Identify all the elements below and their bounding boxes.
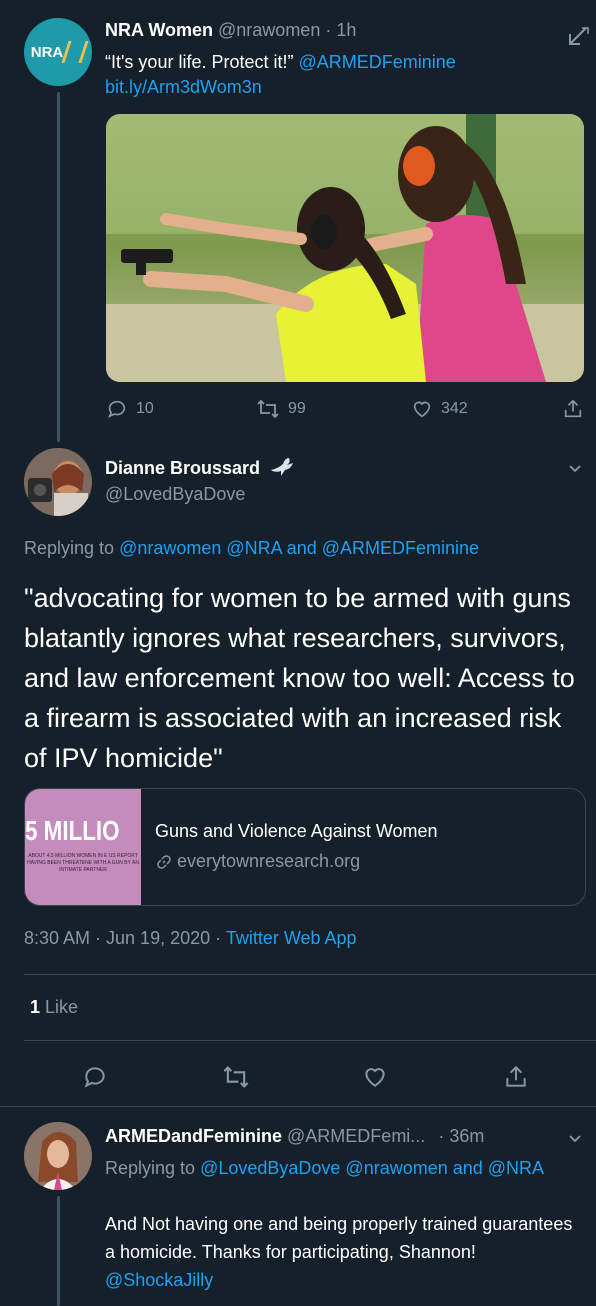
dove-icon <box>271 458 294 476</box>
thread-line <box>57 1196 60 1306</box>
tweet-text: "advocating for women to be armed with g… <box>24 583 575 773</box>
profile-photo <box>24 1122 92 1190</box>
card-domain-row: everytownresearch.org <box>155 851 360 872</box>
timestamp[interactable]: 8:30 AM · Jun 19, 2020 · <box>24 928 221 948</box>
share-icon <box>564 399 582 418</box>
replying-to: Replying to @LovedByaDove @nrawomen and … <box>105 1154 575 1182</box>
chevron-down-icon[interactable] <box>568 462 582 476</box>
like-total: 1 <box>30 997 41 1017</box>
source-app[interactable]: Twitter Web App <box>226 928 357 948</box>
heart-icon <box>413 401 431 418</box>
mention-link[interactable]: @ARMEDFeminine <box>299 52 456 72</box>
tweet-header: NRA Women @nrawomen · 1h <box>105 20 357 40</box>
avatar-logo-text: NRA <box>30 43 64 61</box>
card-title: Guns and Violence Against Women <box>155 821 438 841</box>
logo-mark-icon <box>61 41 89 63</box>
like-count: 342 <box>441 400 468 417</box>
author-handle[interactable]: @nrawomen <box>218 20 320 40</box>
tweet-time: · 36m <box>438 1126 485 1146</box>
tweet-actions <box>0 1062 596 1092</box>
profile-photo <box>24 448 92 516</box>
replying-to-users[interactable]: @nrawomen @NRA and @ARMEDFeminine <box>119 538 479 558</box>
author-handle[interactable]: @LovedByaDove <box>105 484 245 505</box>
card-domain: everytownresearch.org <box>177 851 361 871</box>
author-name[interactable]: NRA Women <box>105 20 213 40</box>
retweet-button[interactable]: 99 <box>256 398 306 420</box>
link-card[interactable]: 5 MILLIO ABOUT 4.5 MILLION WOMEN IN E US… <box>24 788 586 906</box>
like-label: Like <box>45 997 79 1017</box>
author-handle[interactable]: @ARMEDFemi... <box>287 1126 425 1146</box>
card-thumbnail-headline: 5 MILLIO <box>25 815 120 846</box>
tweet-text: “It's your life. Protect it!” @ARMEDFemi… <box>105 50 456 100</box>
avatar[interactable] <box>24 448 92 516</box>
avatar[interactable] <box>24 1122 92 1190</box>
card-thumbnail: 5 MILLIO ABOUT 4.5 MILLION WOMEN IN E US… <box>25 789 141 905</box>
thread-line <box>57 92 60 442</box>
tweet-media-image[interactable] <box>106 114 584 382</box>
author-name[interactable]: ARMEDandFeminine <box>105 1126 282 1146</box>
retweet-count: 99 <box>288 400 306 417</box>
reply-button[interactable]: 10 <box>106 398 154 420</box>
tweet-time: 1h <box>336 20 357 40</box>
tweet-actions: 10 99 342 <box>106 398 584 422</box>
divider <box>24 974 596 975</box>
tweet-text-plain: And Not having one and being properly tr… <box>105 1214 573 1262</box>
divider <box>0 1106 596 1107</box>
avatar[interactable]: NRA <box>24 18 92 86</box>
share-button[interactable] <box>562 398 584 420</box>
share-icon[interactable] <box>503 1064 529 1090</box>
replying-to: Replying to @nrawomen @NRA and @ARMEDFem… <box>24 538 479 559</box>
reply-count: 10 <box>136 400 154 417</box>
replying-label: Replying to <box>24 538 115 558</box>
collapse-arrow-icon[interactable] <box>564 24 590 50</box>
tweet-text: And Not having one and being properly tr… <box>105 1210 575 1294</box>
author-name-row: Dianne Broussard <box>105 456 295 479</box>
replying-to-users[interactable]: @LovedByaDove @nrawomen and @NRA <box>200 1158 544 1178</box>
reply-icon <box>108 400 126 419</box>
replying-label: Replying to <box>105 1158 196 1178</box>
likes-summary[interactable]: 1 Like <box>30 997 78 1018</box>
card-thumbnail-caption: ABOUT 4.5 MILLION WOMEN IN E US REPORT H… <box>27 853 139 873</box>
retweet-icon <box>257 399 279 419</box>
mention-link[interactable]: @ShockaJilly <box>105 1270 213 1290</box>
like-button[interactable]: 342 <box>411 398 468 420</box>
heart-icon[interactable] <box>362 1064 388 1090</box>
link-icon <box>157 854 171 869</box>
tweet-header: ARMEDandFeminine @ARMEDFemi... · 36m <box>105 1126 484 1147</box>
reply-icon[interactable] <box>82 1064 108 1090</box>
retweet-icon[interactable] <box>222 1064 250 1090</box>
tweet-meta: 8:30 AM · Jun 19, 2020 · Twitter Web App <box>24 928 357 949</box>
shooting-range-photo <box>106 114 584 382</box>
divider <box>24 1040 596 1041</box>
author-name[interactable]: Dianne Broussard <box>105 458 260 478</box>
url-link[interactable]: bit.ly/Arm3dWom3n <box>105 77 262 97</box>
tweet-text-plain: “It's your life. Protect it!” <box>105 52 294 72</box>
chevron-down-icon[interactable] <box>568 1132 582 1146</box>
